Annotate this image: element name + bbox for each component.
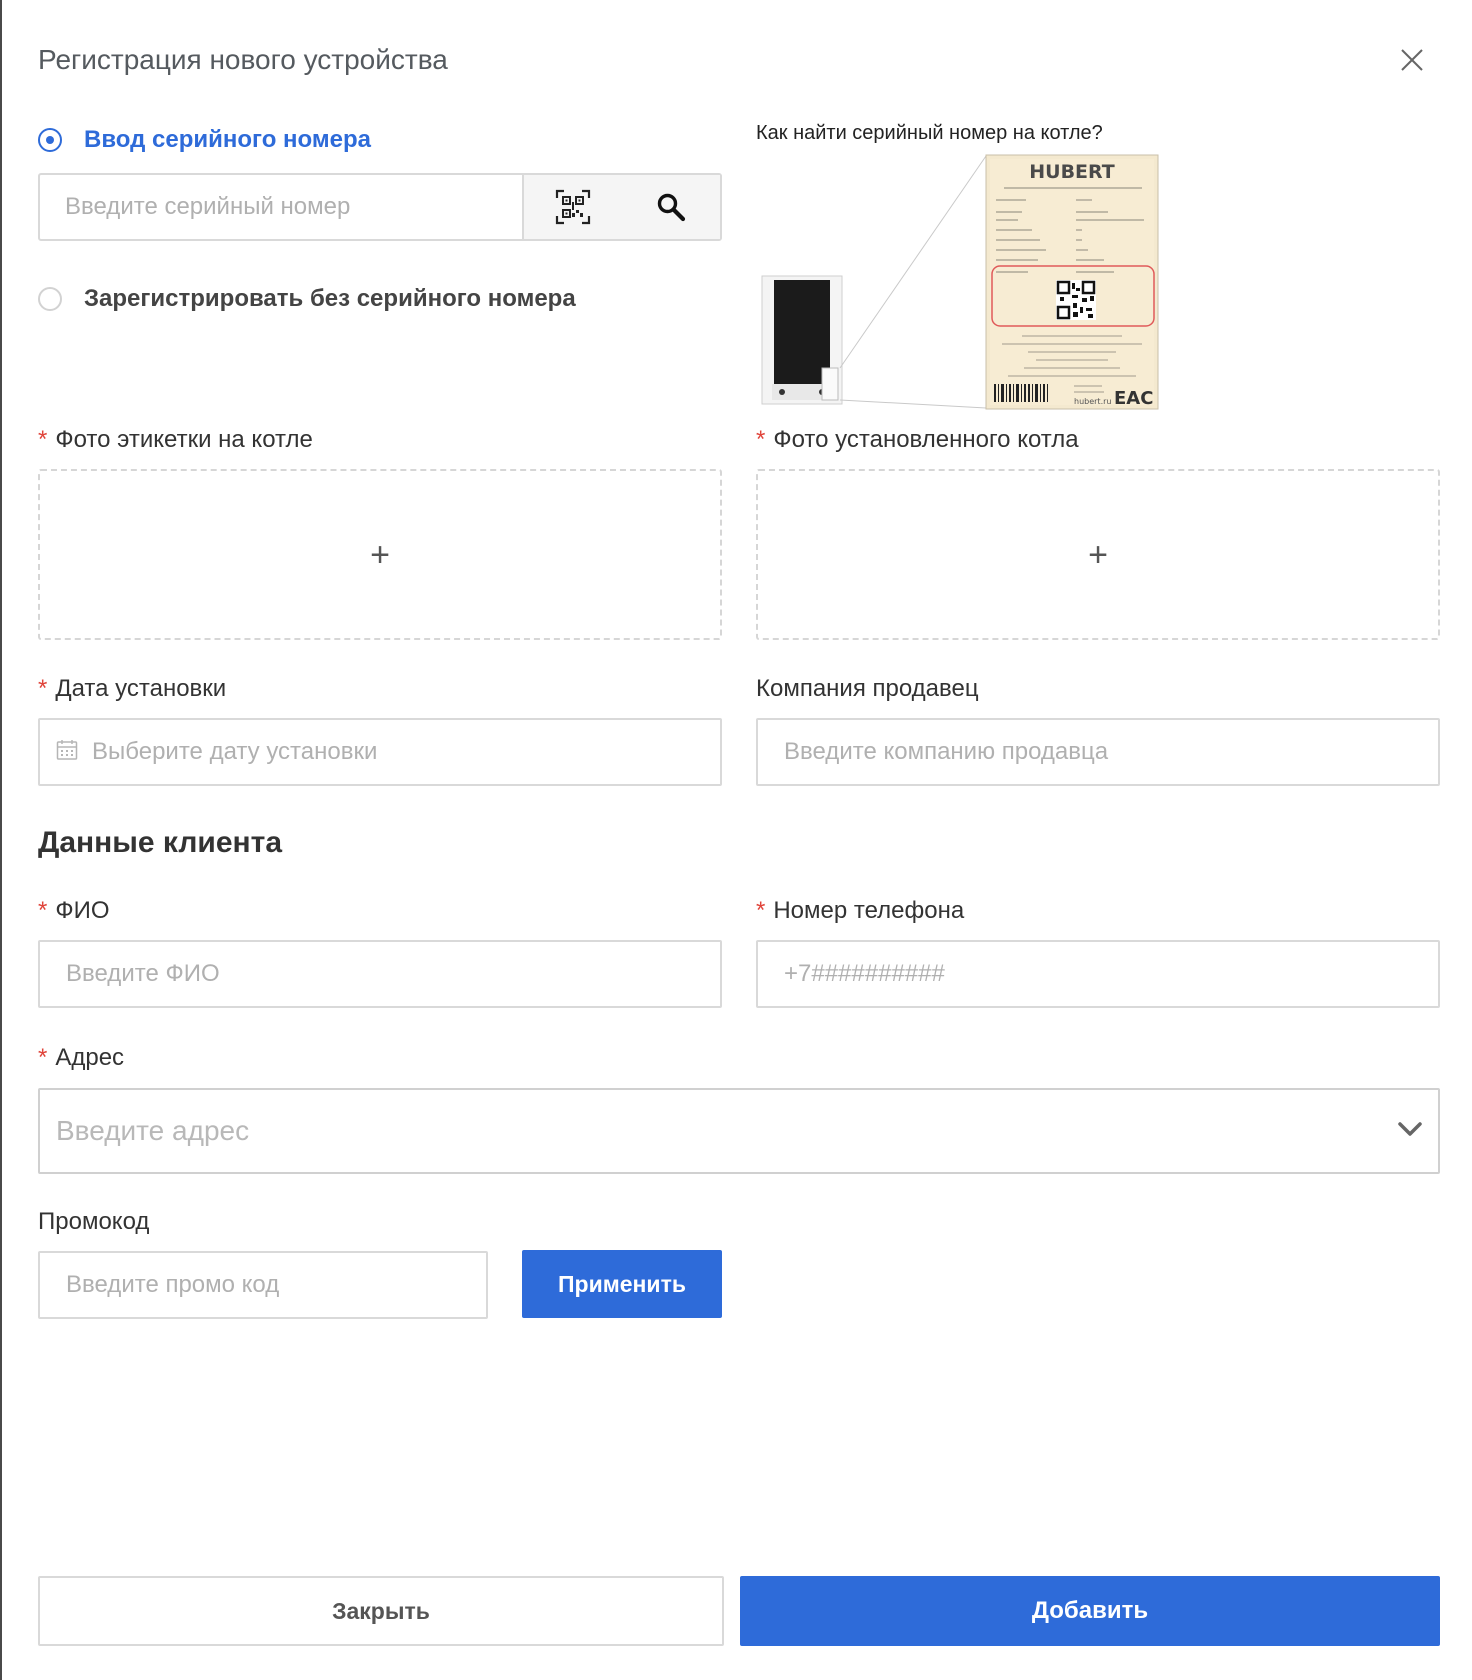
address-label-text: Адрес (55, 1044, 125, 1071)
install-date-text: Дата установки (55, 675, 227, 702)
serial-input-group (38, 173, 722, 241)
install-date-field[interactable] (38, 718, 722, 786)
modal-title: Регистрация нового устройства (38, 44, 448, 75)
search-icon[interactable] (647, 183, 695, 231)
promo-input[interactable] (40, 1253, 486, 1317)
serial-help-image: HUBERT hubert.ru EAC (756, 152, 1166, 412)
seller-label: Компания продавец (756, 675, 979, 702)
radio-without-serial[interactable] (38, 287, 62, 311)
installed-photo-upload[interactable]: + (756, 469, 1440, 640)
plus-icon: + (370, 535, 390, 574)
name-field (38, 940, 722, 1008)
serial-actions (522, 175, 720, 239)
address-select[interactable]: Введите адрес (38, 1088, 1440, 1174)
client-section-title: Данные клиента (38, 826, 282, 859)
install-date-label: * Дата установки (38, 675, 226, 703)
label-photo-text: Фото этикетки на котле (55, 426, 313, 453)
qr-code-icon[interactable] (549, 183, 597, 231)
address-placeholder: Введите адрес (56, 1115, 250, 1146)
required-mark: * (38, 426, 48, 453)
plus-icon: + (1088, 535, 1108, 574)
promo-label: Промокод (38, 1208, 150, 1235)
address-label: * Адрес (38, 1044, 124, 1072)
required-mark: * (38, 897, 48, 924)
phone-input[interactable] (758, 942, 1438, 1006)
name-label-text: ФИО (55, 897, 110, 924)
phone-field (756, 940, 1440, 1008)
installed-photo-text: Фото установленного котла (773, 426, 1079, 453)
serial-help-title: Как найти серийный номер на котле? (756, 122, 1103, 144)
required-mark: * (756, 897, 766, 924)
required-mark: * (38, 1044, 48, 1071)
name-input[interactable] (40, 942, 720, 1006)
chevron-down-icon (1396, 1115, 1424, 1148)
label-domain-text: hubert.ru (1074, 397, 1111, 406)
seller-input[interactable] (758, 720, 1438, 784)
install-date-input[interactable] (88, 720, 720, 784)
promo-field (38, 1251, 488, 1319)
phone-label-text: Номер телефона (773, 897, 965, 924)
required-mark: * (756, 426, 766, 453)
label-photo-upload[interactable]: + (38, 469, 722, 640)
radio-serial-label: Ввод серийного номера (84, 126, 371, 153)
register-device-modal: Регистрация нового устройства Ввод серий… (0, 0, 1472, 1680)
name-label: * ФИО (38, 897, 110, 925)
radio-serial-option[interactable]: Ввод серийного номера (38, 126, 371, 154)
phone-label: * Номер телефона (756, 897, 964, 925)
close-button[interactable]: Закрыть (38, 1576, 724, 1646)
label-brand-text: HUBERT (1029, 161, 1115, 183)
radio-without-serial-option[interactable]: Зарегистрировать без серийного номера (38, 285, 576, 313)
label-eac-mark: EAC (1114, 388, 1153, 409)
label-photo-label: * Фото этикетки на котле (38, 426, 313, 454)
radio-without-serial-label: Зарегистрировать без серийного номера (84, 285, 576, 312)
radio-serial[interactable] (38, 128, 62, 152)
serial-input[interactable] (40, 175, 522, 239)
close-icon[interactable] (1392, 40, 1432, 80)
calendar-icon (56, 739, 78, 766)
required-mark: * (38, 675, 48, 702)
seller-field (756, 718, 1440, 786)
installed-photo-label: * Фото установленного котла (756, 426, 1079, 454)
apply-promo-button[interactable]: Применить (522, 1250, 722, 1318)
add-button[interactable]: Добавить (740, 1576, 1440, 1646)
